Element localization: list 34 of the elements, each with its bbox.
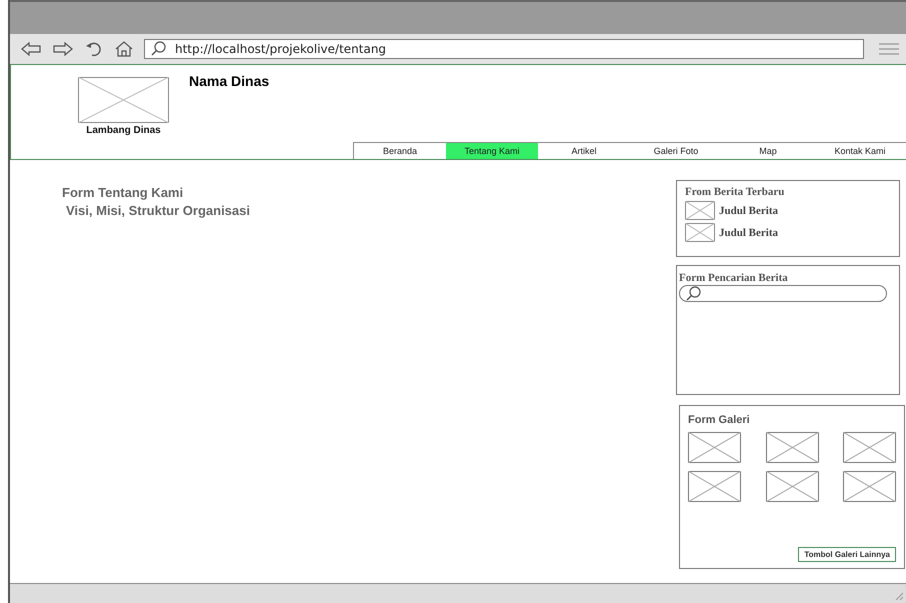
back-icon[interactable]	[20, 41, 42, 57]
nav-tab[interactable]: Beranda	[354, 143, 446, 159]
search-field[interactable]	[679, 285, 887, 302]
more-gallery-button[interactable]: Tombol Galeri Lainnya	[798, 547, 896, 562]
panel-title: From Berita Terbaru	[685, 186, 786, 198]
home-icon[interactable]	[114, 41, 134, 57]
address-field[interactable]: http://localhost/projekolive/tentang	[144, 39, 864, 59]
search-icon	[686, 286, 702, 302]
image-placeholder-icon	[766, 432, 818, 463]
news-title[interactable]: Judul Berita	[719, 226, 778, 238]
section-subtitle: Visi, Misi, Struktur Organisasi	[65, 203, 250, 218]
search-icon	[151, 41, 167, 57]
logo-placeholder-icon	[78, 77, 169, 123]
nav-tab[interactable]: Galeri Foto	[630, 143, 722, 159]
url-text: http://localhost/projekolive/tentang	[175, 42, 386, 56]
image-placeholder-icon	[685, 223, 715, 242]
image-placeholder-icon	[685, 201, 715, 220]
image-placeholder-icon	[688, 471, 741, 502]
news-title[interactable]: Judul Berita	[719, 204, 778, 216]
nav-tab[interactable]: Tentang Kami	[446, 143, 538, 159]
panel-title: Form Pencarian Berita	[679, 272, 789, 284]
nav-tab[interactable]: Map	[722, 143, 814, 159]
forward-icon[interactable]	[52, 41, 74, 57]
resize-grip-icon[interactable]	[895, 592, 903, 600]
logo-caption: Lambang Dinas	[86, 125, 161, 136]
agency-name: Nama Dinas	[189, 73, 270, 91]
image-placeholder-icon	[766, 471, 818, 502]
image-placeholder-icon	[688, 432, 741, 463]
image-placeholder-icon	[843, 432, 896, 463]
image-placeholder-icon	[843, 471, 896, 502]
section-title: Form Tentang Kami	[62, 185, 184, 200]
panel-title: Form Galeri	[688, 414, 751, 426]
nav-tab[interactable]: Artikel	[538, 143, 630, 159]
nav-tab[interactable]: Kontak Kami	[814, 143, 906, 159]
